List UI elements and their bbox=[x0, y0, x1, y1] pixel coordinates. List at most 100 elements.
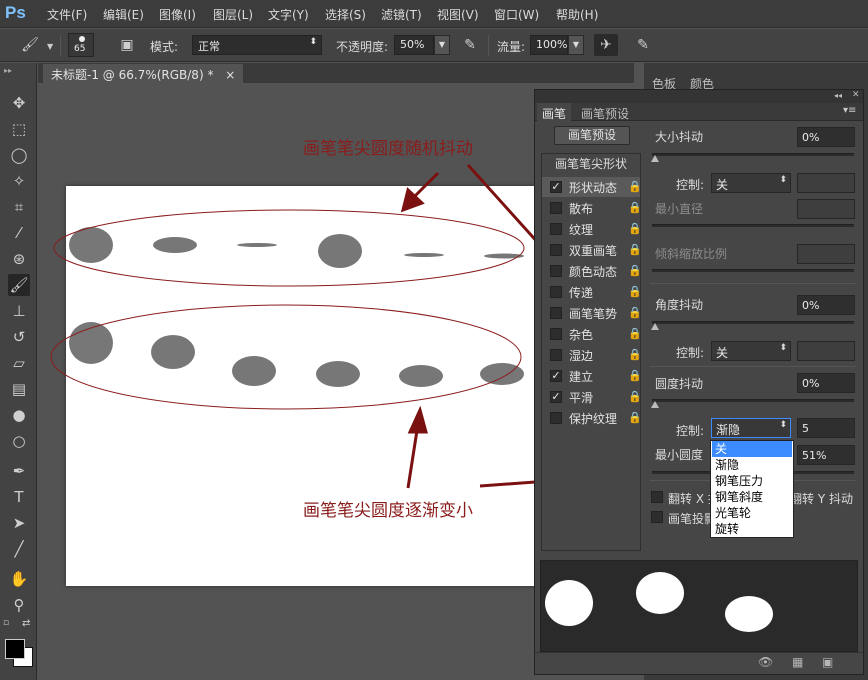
list-item-wet-edges[interactable]: 湿边 🔒 bbox=[542, 345, 642, 365]
checkbox[interactable] bbox=[550, 265, 562, 277]
min-roundness-label: 最小圆度 bbox=[655, 448, 704, 462]
list-label: 湿边 bbox=[569, 349, 594, 363]
collapse-panel-icon[interactable]: ◂◂ bbox=[834, 91, 842, 100]
updown-icon: ⬍ bbox=[779, 420, 787, 430]
list-item-color-dynamics[interactable]: 颜色动态 🔒 bbox=[542, 261, 642, 281]
lock-icon[interactable]: 🔒 bbox=[628, 306, 642, 319]
checkbox[interactable] bbox=[550, 244, 562, 256]
flip-x-checkbox[interactable] bbox=[651, 491, 663, 503]
dab bbox=[404, 253, 444, 257]
list-item-smoothing[interactable]: ✓ 平滑 🔒 bbox=[542, 387, 642, 407]
list-item-brush-pose[interactable]: 画笔笔势 🔒 bbox=[542, 303, 642, 323]
tab-brush-presets[interactable]: 画笔预设 bbox=[576, 103, 634, 121]
angle-jitter-label: 角度抖动 bbox=[655, 298, 704, 312]
lock-icon[interactable]: 🔒 bbox=[628, 411, 642, 424]
dab bbox=[153, 237, 197, 253]
control-dropdown-list: 关 渐隐 钢笔压力 钢笔斜度 光笔轮 旋转 bbox=[710, 440, 794, 538]
list-item-protect-texture[interactable]: 保护纹理 🔒 bbox=[542, 408, 642, 428]
checkbox[interactable] bbox=[550, 286, 562, 298]
list-item-shape-dynamics[interactable]: ✓ 形状动态 🔒 bbox=[542, 177, 642, 197]
angle-jitter-slider[interactable] bbox=[652, 321, 854, 324]
dab bbox=[237, 243, 277, 247]
angle-control-select[interactable]: 关 ⬍ bbox=[711, 341, 791, 361]
roundness-jitter-label: 圆度抖动 bbox=[655, 377, 704, 391]
checkbox[interactable]: ✓ bbox=[550, 181, 562, 193]
list-label: 杂色 bbox=[569, 328, 594, 342]
brush-presets-button[interactable]: 画笔预设 bbox=[554, 126, 630, 145]
slider-thumb[interactable] bbox=[651, 401, 659, 408]
checkbox[interactable] bbox=[550, 328, 562, 340]
lock-icon[interactable]: 🔒 bbox=[628, 201, 642, 214]
dropdown-option-off[interactable]: 关 bbox=[712, 441, 792, 457]
lock-icon[interactable]: 🔒 bbox=[628, 327, 642, 340]
list-label: 纹理 bbox=[569, 223, 594, 237]
list-item-texture[interactable]: 纹理 🔒 bbox=[542, 219, 642, 239]
min-diameter-label: 最小直径 bbox=[655, 202, 704, 216]
dropdown-option-fade[interactable]: 渐隐 bbox=[712, 457, 792, 473]
checkbox[interactable] bbox=[550, 223, 562, 235]
list-label: 平滑 bbox=[569, 391, 594, 405]
size-control-select[interactable]: 关 ⬍ bbox=[711, 173, 791, 193]
grid-icon[interactable]: ▦ bbox=[792, 655, 803, 669]
annotation-bottom-label: 画笔笔尖圆度逐渐变小 bbox=[303, 501, 473, 521]
dab bbox=[318, 234, 362, 268]
size-jitter-input[interactable]: 0% bbox=[797, 127, 855, 147]
preview-dab bbox=[636, 572, 684, 614]
slider-thumb[interactable] bbox=[651, 155, 659, 162]
lock-icon[interactable]: 🔒 bbox=[628, 285, 642, 298]
dropdown-option-pen-tilt[interactable]: 钢笔斜度 bbox=[712, 489, 792, 505]
new-brush-icon[interactable]: ▣ bbox=[822, 655, 833, 669]
tilt-scale-slider bbox=[652, 269, 854, 272]
tab-brush[interactable]: 画笔 bbox=[537, 103, 572, 121]
list-item-noise[interactable]: 杂色 🔒 bbox=[542, 324, 642, 344]
list-item-build-up[interactable]: ✓ 建立 🔒 bbox=[542, 366, 642, 386]
dropdown-option-rotation[interactable]: 旋转 bbox=[712, 521, 792, 537]
slider-thumb[interactable] bbox=[651, 323, 659, 330]
panel-footer bbox=[535, 652, 863, 674]
brush-tip-shape-item[interactable]: 画笔笔尖形状 bbox=[541, 155, 641, 172]
list-item-dual-brush[interactable]: 双重画笔 🔒 bbox=[542, 240, 642, 260]
checkbox[interactable] bbox=[550, 412, 562, 424]
checkbox[interactable]: ✓ bbox=[550, 370, 562, 382]
roundness-jitter-input[interactable]: 0% bbox=[797, 373, 855, 393]
lock-icon[interactable]: 🔒 bbox=[628, 180, 642, 193]
updown-icon: ⬍ bbox=[779, 175, 787, 185]
checkbox[interactable] bbox=[550, 202, 562, 214]
lock-icon[interactable]: 🔒 bbox=[628, 348, 642, 361]
section-divider bbox=[650, 366, 856, 367]
panel-menu-icon[interactable]: ▾≡ bbox=[843, 105, 856, 116]
lock-icon[interactable]: 🔒 bbox=[628, 390, 642, 403]
dropdown-option-pen-pressure[interactable]: 钢笔压力 bbox=[712, 473, 792, 489]
brush-projection-checkbox[interactable] bbox=[651, 511, 663, 523]
list-item-scattering[interactable]: 散布 🔒 bbox=[542, 198, 642, 218]
checkbox[interactable] bbox=[550, 307, 562, 319]
brush-projection-label: 画笔投影 bbox=[668, 512, 717, 526]
close-panel-icon[interactable]: ✕ bbox=[852, 90, 860, 100]
checkbox[interactable] bbox=[550, 349, 562, 361]
dab bbox=[232, 356, 276, 386]
list-item-transfer[interactable]: 传递 🔒 bbox=[542, 282, 642, 302]
roundness-jitter-slider[interactable] bbox=[652, 399, 854, 402]
list-label: 建立 bbox=[569, 370, 594, 384]
lock-icon[interactable]: 🔒 bbox=[628, 369, 642, 382]
lock-icon[interactable]: 🔒 bbox=[628, 243, 642, 256]
list-label: 形状动态 bbox=[569, 181, 618, 195]
control-label: 控制: bbox=[676, 178, 705, 192]
min-roundness-input[interactable]: 51% bbox=[797, 445, 855, 465]
list-label: 保护纹理 bbox=[569, 412, 618, 426]
checkbox[interactable]: ✓ bbox=[550, 391, 562, 403]
toggle-preview-icon[interactable]: 👁 bbox=[758, 655, 773, 669]
row2-dabs bbox=[69, 322, 524, 387]
fade-steps-input[interactable]: 5 bbox=[797, 418, 855, 438]
lock-icon[interactable]: 🔒 bbox=[628, 222, 642, 235]
row1-dabs bbox=[69, 227, 524, 268]
angle-jitter-input[interactable]: 0% bbox=[797, 295, 855, 315]
min-diameter-input bbox=[797, 199, 855, 219]
select-value: 关 bbox=[716, 178, 729, 192]
roundness-control-select[interactable]: 渐隐 ⬍ bbox=[711, 418, 791, 438]
list-label: 画笔笔势 bbox=[569, 307, 618, 321]
list-label: 颜色动态 bbox=[569, 265, 618, 279]
lock-icon[interactable]: 🔒 bbox=[628, 264, 642, 277]
size-jitter-slider[interactable] bbox=[652, 153, 854, 156]
dropdown-option-stylus-wheel[interactable]: 光笔轮 bbox=[712, 505, 792, 521]
